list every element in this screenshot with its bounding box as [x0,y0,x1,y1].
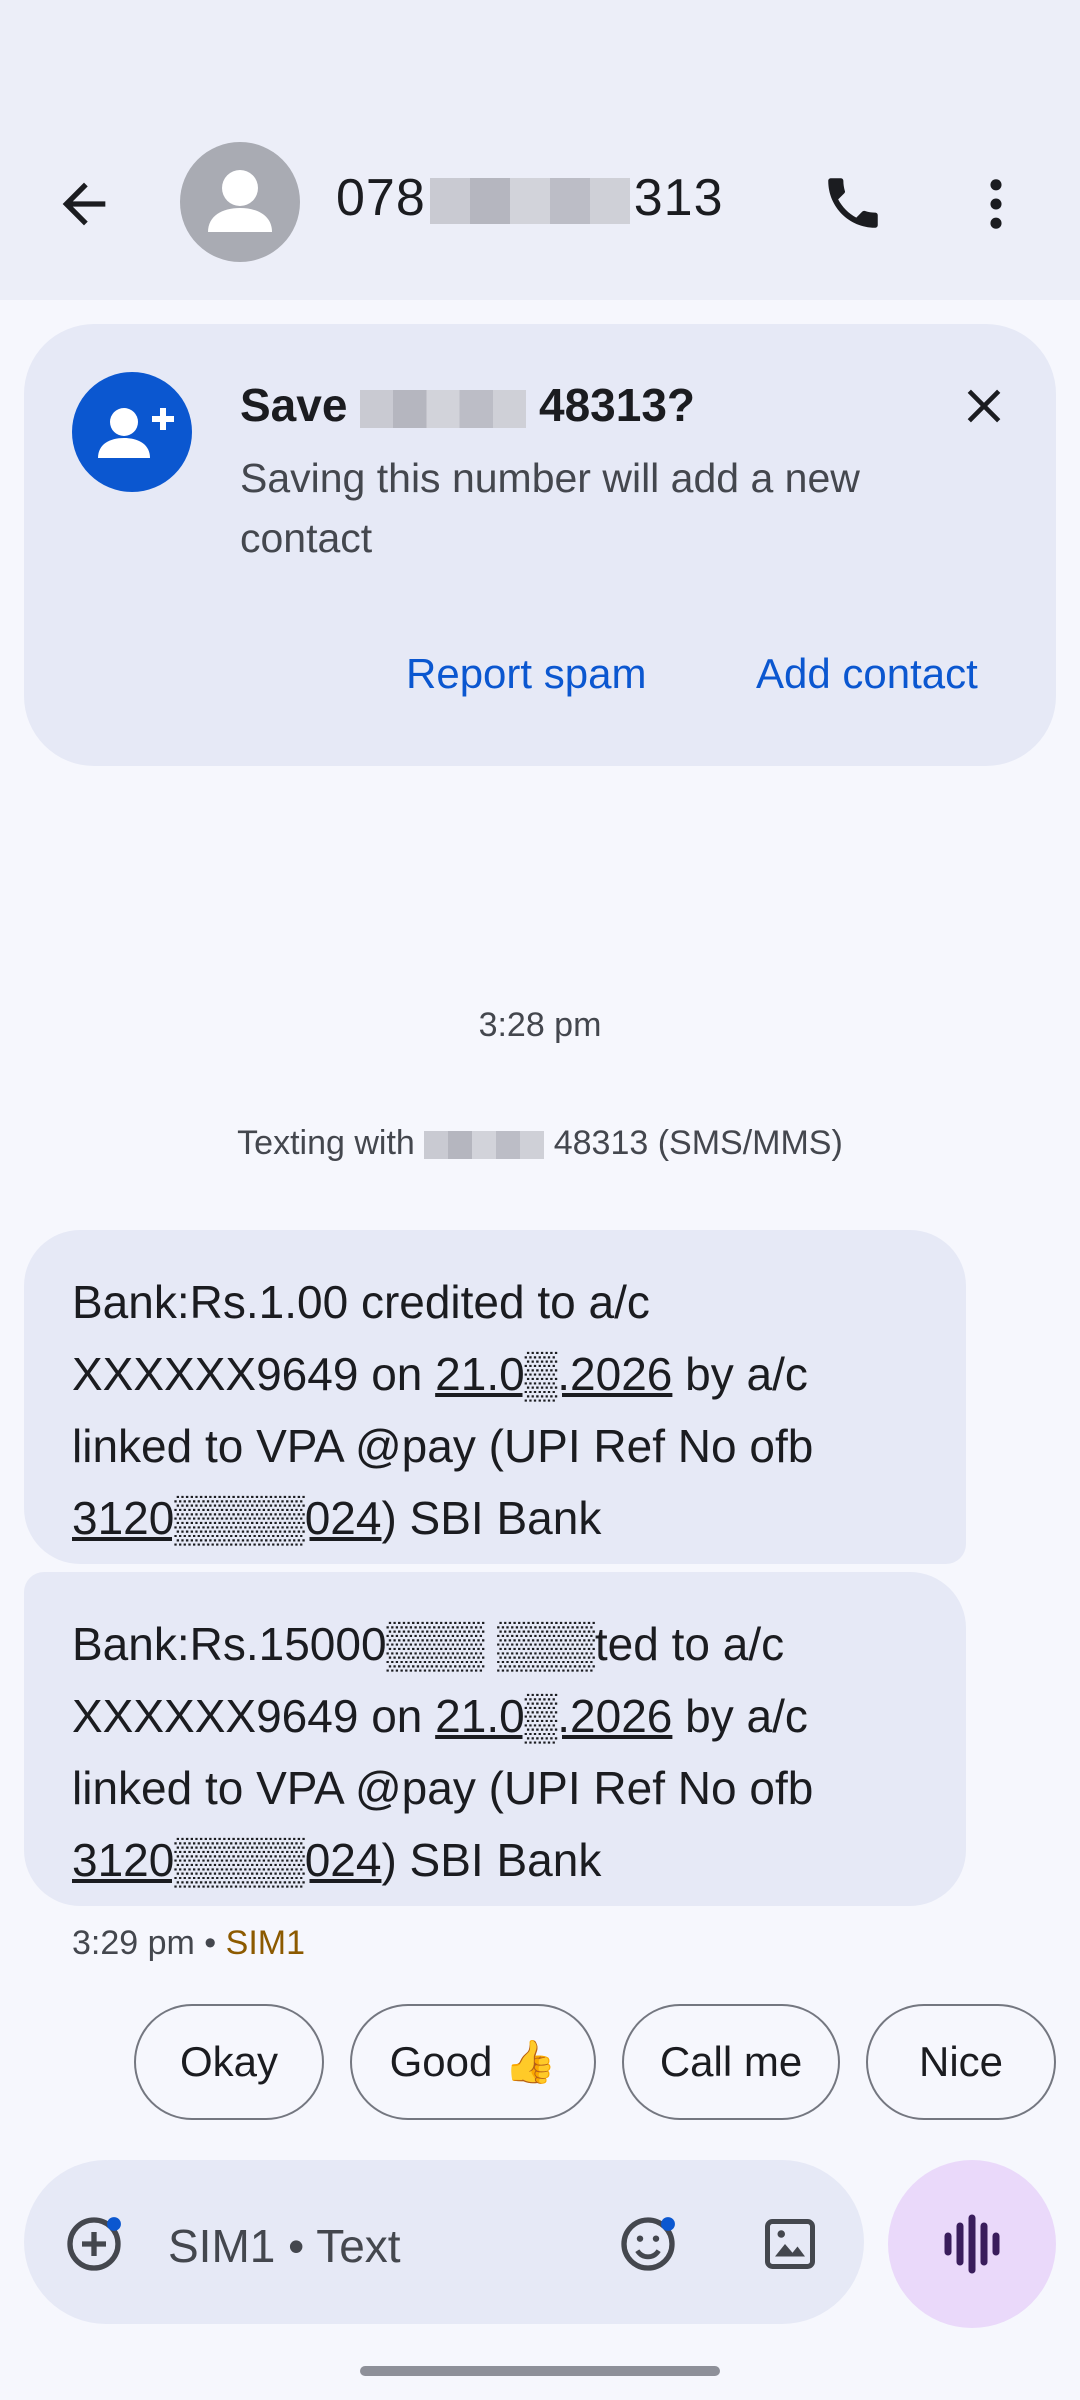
message-text-part: ) SBI Bank [381,1834,602,1886]
message-meta: 3:29 pm • SIM1 [72,1924,305,1963]
smart-reply-okay[interactable]: Okay [134,2004,324,2120]
voice-waveform-icon[interactable] [888,2160,1056,2328]
smart-reply-call-me[interactable]: Call me [622,2004,840,2120]
message-text: Bank:Rs.15000▒▒▒ ▒▒▒ted to a/c XXXXXX964… [72,1608,932,1896]
save-card-subtitle: Saving this number will add a new contac… [240,455,860,561]
message-ref-link[interactable]: 3120▒▒▒▒024 [72,1492,381,1544]
report-spam-button[interactable]: Report spam [406,650,646,698]
save-card-title-prefix: Save [240,379,348,431]
back-arrow-icon[interactable] [52,172,116,236]
add-contact-button[interactable]: Add contact [756,650,978,698]
app-header [0,0,1080,300]
smart-reply-nice[interactable]: Nice [866,2004,1056,2120]
message-ref-link[interactable]: 3120▒▒▒▒024 [72,1834,381,1886]
meta-separator: • [194,1924,226,1962]
message-date-link[interactable]: 21.0▒.2026 [435,1690,672,1742]
home-indicator [360,2366,720,2376]
save-card-title-suffix: 48313? [539,379,696,431]
sim-label: SIM1 [225,1924,306,1962]
redacted-number [360,389,527,428]
message-bubble[interactable]: Bank:Rs.1.00 credited to a/c XXXXXX9649 … [24,1230,966,1564]
texting-with-suffix: 48313 (SMS/MMS) [553,1124,843,1162]
message-text-part: ) SBI Bank [381,1492,602,1544]
message-text: Bank:Rs.1.00 credited to a/c XXXXXX9649 … [72,1266,932,1554]
smart-reply-good[interactable]: Good 👍 [350,2004,596,2120]
add-person-icon [72,372,192,492]
add-circle-icon[interactable] [62,2212,126,2276]
avatar-person-icon[interactable] [180,142,300,262]
redacted-number [429,178,630,225]
close-icon[interactable] [956,378,1012,434]
message-bubble[interactable]: Bank:Rs.15000▒▒▒ ▒▒▒ted to a/c XXXXXX964… [24,1572,966,1906]
redacted-number [424,1131,545,1160]
emoji-icon[interactable] [616,2212,680,2276]
save-card-title: Save 48313? [240,378,695,432]
gallery-icon[interactable] [760,2214,820,2274]
texting-with-label: Texting with 48313 (SMS/MMS) [0,1124,1080,1163]
phone-icon[interactable] [820,170,886,236]
message-time: 3:29 pm [72,1924,195,1962]
conversation-title: 078 313 [336,168,724,228]
texting-with-prefix: Texting with [237,1124,415,1162]
title-suffix: 313 [633,169,724,227]
message-date-link[interactable]: 21.0▒.2026 [435,1348,672,1400]
title-prefix: 078 [336,169,426,227]
message-input[interactable] [166,2210,590,2282]
conversation-timestamp: 3:28 pm [478,1006,602,1044]
more-vert-icon[interactable] [970,172,1022,236]
